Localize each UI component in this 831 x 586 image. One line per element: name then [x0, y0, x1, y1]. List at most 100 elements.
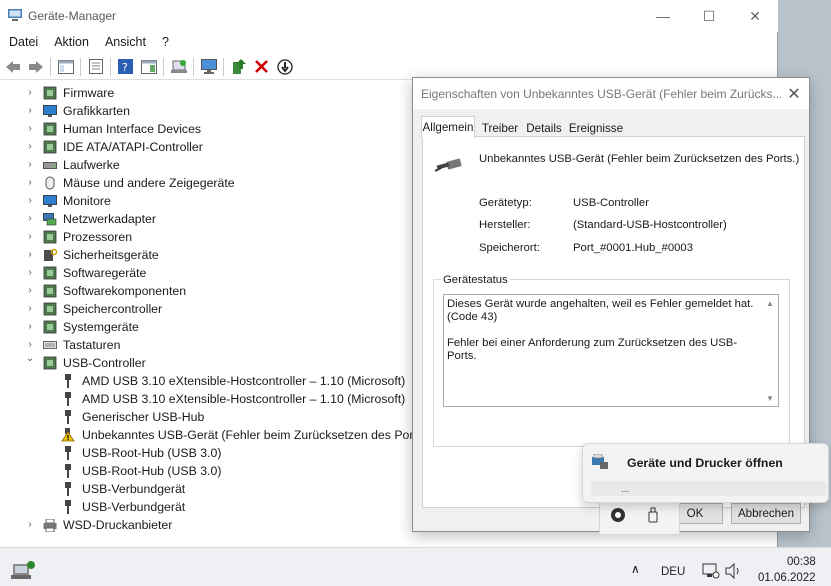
scan-hardware-icon[interactable] — [169, 57, 188, 76]
tree-item-label: Tastaturen — [63, 338, 121, 352]
menu-datei[interactable]: Datei — [9, 32, 45, 54]
tree-category[interactable]: › Netzwerkadapter — [0, 210, 412, 228]
language-indicator[interactable]: DEU — [661, 566, 685, 578]
chevron-right-icon[interactable]: › — [25, 177, 35, 188]
help-icon[interactable]: ? — [116, 57, 135, 76]
usb-connector-icon — [61, 482, 75, 496]
tree-category[interactable]: › Prozessoren — [0, 228, 412, 246]
chevron-right-icon[interactable]: › — [25, 519, 35, 530]
tree-item-label: Human Interface Devices — [63, 122, 202, 136]
tree-item-device[interactable]: USB-Verbundgerät — [0, 498, 412, 516]
tab-treiber[interactable]: Treiber — [477, 118, 523, 138]
chrome-tray-icon[interactable] — [610, 507, 626, 526]
console-tree-icon[interactable] — [56, 57, 75, 76]
tree-item-label: Prozessoren — [63, 230, 133, 244]
chevron-right-icon[interactable]: › — [25, 213, 35, 224]
tree-item-device[interactable]: USB-Root-Hub (USB 3.0) — [0, 444, 412, 462]
tree-category[interactable]: › Mäuse und andere Zeigegeräte — [0, 174, 412, 192]
tree-item-device[interactable]: AMD USB 3.10 eXtensible-Hostcontroller –… — [0, 390, 412, 408]
status-line-3: Fehler bei einer Anforderung zum Zurücks… — [447, 337, 738, 362]
chevron-right-icon[interactable]: › — [25, 249, 35, 260]
clock-date[interactable]: 01.06.2022 — [758, 572, 816, 584]
chevron-right-icon[interactable]: › — [25, 195, 35, 206]
usb-eject-icon[interactable] — [646, 507, 660, 526]
maximize-button[interactable]: ☐ — [686, 0, 732, 32]
tree-category[interactable]: › Monitore — [0, 192, 412, 210]
tree-category[interactable]: › Softwaregeräte — [0, 264, 412, 282]
scroll-up-arrow-icon[interactable]: ▲ — [762, 295, 778, 311]
tree-item-device[interactable]: USB-Root-Hub (USB 3.0) — [0, 462, 412, 480]
chevron-right-icon[interactable]: › — [25, 339, 35, 350]
device-name: Unbekanntes USB-Gerät (Fehler beim Zurüc… — [479, 153, 800, 165]
menu-help[interactable]: ? — [162, 32, 176, 54]
action-pane-icon[interactable] — [139, 57, 158, 76]
tree-category[interactable]: › WSD-Druckanbieter — [0, 516, 412, 534]
tab-allgemein[interactable]: Allgemein — [421, 116, 475, 138]
tree-category[interactable]: › Softwarekomponenten — [0, 282, 412, 300]
dialog-title-bar[interactable]: Eigenschaften von Unbekanntes USB-Gerät … — [413, 78, 809, 109]
tree-category[interactable]: › Grafikkarten — [0, 102, 412, 120]
dialog-close-button[interactable]: ✕ — [779, 78, 809, 109]
tree-category[interactable]: › Tastaturen — [0, 336, 412, 354]
chevron-right-icon[interactable]: › — [25, 141, 35, 152]
open-devices-printers-item[interactable]: Geräte und Drucker öffnen — [591, 448, 821, 478]
tree-item-label: AMD USB 3.10 eXtensible-Hostcontroller –… — [82, 392, 406, 406]
usb-controller-icon — [43, 356, 57, 370]
minimize-button[interactable]: — — [640, 0, 686, 32]
show-hidden-icons-chevron-icon[interactable]: ∧ — [631, 562, 640, 576]
menu-ansicht[interactable]: Ansicht — [105, 32, 153, 54]
chevron-right-icon[interactable]: › — [25, 303, 35, 314]
tree-category[interactable]: › Systemgeräte — [0, 318, 412, 336]
tree-item-label: USB-Verbundgerät — [82, 500, 186, 514]
computer-monitor-icon[interactable] — [199, 57, 218, 76]
scroll-down-arrow-icon[interactable]: ▼ — [762, 390, 778, 406]
uninstall-device-icon[interactable] — [252, 57, 271, 76]
chevron-right-icon[interactable]: › — [25, 231, 35, 242]
disable-device-icon[interactable] — [275, 57, 294, 76]
tree-item-device[interactable]: USB-Verbundgerät — [0, 480, 412, 498]
security-device-icon — [43, 248, 57, 262]
tree-category[interactable]: ⌄ USB-Controller — [0, 353, 412, 372]
update-driver-icon[interactable] — [229, 57, 248, 76]
firmware-icon — [43, 86, 57, 100]
close-button[interactable]: ✕ — [732, 0, 778, 32]
chevron-right-icon[interactable]: › — [25, 105, 35, 116]
device-manager-taskbar-icon[interactable] — [11, 560, 37, 580]
prop-label-location: Speicherort: — [479, 242, 540, 254]
tree-category[interactable]: › Firmware — [0, 84, 412, 102]
chevron-right-icon[interactable]: › — [25, 267, 35, 278]
processor-icon — [43, 230, 57, 244]
chevron-right-icon[interactable]: › — [25, 285, 35, 296]
cancel-button[interactable]: Abbrechen — [731, 503, 801, 524]
menu-bar: Datei Aktion Ansicht ? — [0, 32, 778, 54]
chevron-right-icon[interactable]: › — [25, 123, 35, 134]
chevron-right-icon[interactable]: › — [25, 321, 35, 332]
storage-controller-icon — [43, 302, 57, 316]
tree-category[interactable]: › IDE ATA/ATAPI-Controller — [0, 138, 412, 156]
tree-category[interactable]: › Human Interface Devices — [0, 120, 412, 138]
clock-time[interactable]: 00:38 — [787, 556, 816, 568]
chevron-right-icon[interactable]: › — [25, 159, 35, 170]
chevron-down-icon[interactable]: ⌄ — [25, 353, 35, 364]
taskbar: ∧ DEU 00:38 01.06.2022 — [0, 547, 831, 586]
properties-icon[interactable] — [86, 57, 105, 76]
tree-category[interactable]: › Sicherheitsgeräte — [0, 246, 412, 264]
tree-item-problem-device[interactable]: Unbekanntes USB-Gerät (Fehler beim Zurüc… — [0, 426, 431, 444]
tree-item-device[interactable]: AMD USB 3.10 eXtensible-Hostcontroller –… — [0, 372, 412, 390]
usb-connector-icon — [61, 428, 75, 442]
back-arrow-icon[interactable] — [3, 57, 22, 76]
device-status-textbox[interactable]: Dieses Gerät wurde angehalten, weil es F… — [443, 294, 779, 407]
jump-list-subitem-text: ... — [621, 484, 630, 495]
tree-category[interactable]: › Laufwerke — [0, 156, 412, 174]
tree-item-label: USB-Root-Hub (USB 3.0) — [82, 464, 222, 478]
chevron-right-icon[interactable]: › — [25, 87, 35, 98]
tree-category[interactable]: › Speichercontroller — [0, 300, 412, 318]
network-icon[interactable] — [702, 563, 720, 582]
tab-details[interactable]: Details — [523, 118, 565, 138]
menu-aktion[interactable]: Aktion — [54, 32, 96, 54]
forward-arrow-icon[interactable] — [26, 57, 45, 76]
volume-icon[interactable] — [725, 562, 743, 582]
tab-ereignisse[interactable]: Ereignisse — [565, 118, 627, 138]
title-bar[interactable]: Geräte-Manager — ☐ ✕ — [0, 0, 778, 32]
tree-item-device[interactable]: Generischer USB-Hub — [0, 408, 412, 426]
